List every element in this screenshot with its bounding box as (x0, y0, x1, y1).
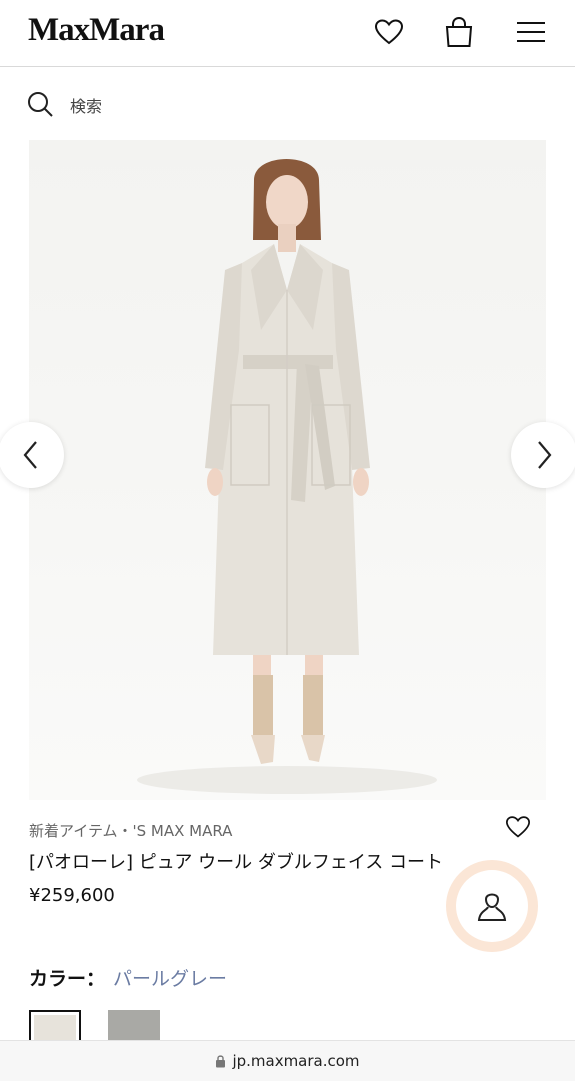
search-label: 検索 (70, 97, 103, 116)
contact-advisor-inner (456, 870, 528, 942)
cart-button[interactable] (441, 14, 477, 50)
url-text: jp.maxmara.com (232, 1052, 360, 1070)
menu-button[interactable] (513, 14, 549, 50)
contact-advisor-button[interactable] (446, 860, 538, 952)
add-to-wishlist-button[interactable] (505, 815, 531, 841)
site-header: MaxMara (0, 0, 575, 67)
brand-logo[interactable]: MaxMara (28, 12, 165, 49)
previous-image-button[interactable] (0, 422, 64, 488)
model-in-coat-image (137, 159, 437, 794)
product-category[interactable]: 新着アイテム・'S MAX MARA (29, 820, 232, 841)
menu-icon (517, 22, 545, 42)
search-bar[interactable]: 検索 (0, 66, 575, 140)
search-icon (28, 92, 53, 117)
product-image[interactable] (29, 140, 546, 800)
heart-icon (505, 816, 531, 838)
color-selector: カラー： パールグレー (29, 964, 227, 991)
user-icon (477, 893, 507, 921)
chevron-right-icon (538, 441, 552, 469)
wishlist-button[interactable] (371, 14, 407, 50)
next-image-button[interactable] (511, 422, 575, 488)
product-name: [パオローレ] ピュア ウール ダブルフェイス コート (29, 852, 444, 873)
color-label: カラー： (29, 968, 106, 990)
color-value: パールグレー (113, 968, 228, 990)
browser-url-bar[interactable]: jp.maxmara.com (0, 1040, 575, 1081)
chevron-left-icon (23, 441, 37, 469)
heart-icon (374, 19, 404, 45)
shopping-bag-icon (445, 16, 473, 47)
product-price: ¥259,600 (29, 885, 115, 906)
lock-icon (216, 1055, 226, 1068)
